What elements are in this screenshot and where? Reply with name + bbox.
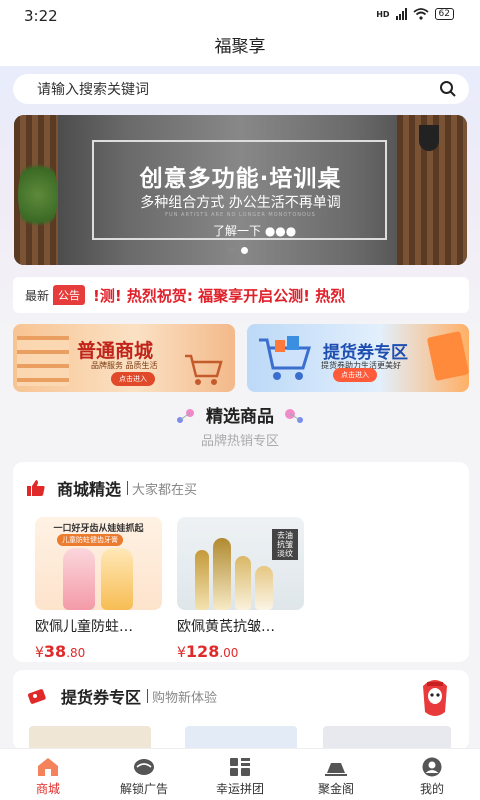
featured-title-row: 精选商品 [0,402,480,427]
price-integer: 38 [43,642,67,661]
toothpaste-bottle-pink [63,548,95,610]
featured-subtitle: 品牌热销专区 [200,434,279,449]
group-icon [230,758,250,776]
bottom-tab-bar: 商城 解锁广告 幸运拼团 聚金阁 我的 [0,748,480,800]
mall-picks-title: 商城精选 [57,480,122,499]
mall-picks-header[interactable]: 商城精选 大家都在买 [27,476,197,500]
banner-headline: 创意多功能·培训桌 [139,166,342,192]
announcement-bar[interactable]: 最新 公告 !测! 热烈祝贺: 福聚享开启公测! 热烈 [13,277,469,313]
cosmetic-tube [255,566,273,610]
signal-icon [395,8,407,20]
product-card[interactable]: 一口好牙齿从娃娃抓起 儿童防蛀健齿牙膏 欧佩儿童防蛀… ¥38.80 [35,517,162,661]
gift-box-illustration [426,330,469,382]
cosmetic-bottle [235,556,251,610]
voucher-item-thumb[interactable] [29,726,151,750]
product-price: ¥38.80 [35,642,162,661]
search-icon[interactable] [439,80,457,98]
status-icons: HD 62 [376,8,454,20]
search-bar[interactable]: 请输入搜索关键词 [13,74,469,104]
product-image-label: 去油 抗皱 淡纹 [272,529,298,560]
pagination-dot[interactable] [228,247,235,254]
normal-mall-enter-button[interactable]: 点击进入 [111,372,155,386]
normal-mall-subtitle: 品牌服务 品质生活 [91,361,158,370]
molecule-icon-left [177,409,195,423]
banner-pagination [228,247,248,254]
product-card[interactable]: 去油 抗皱 淡纹 欧佩黄芪抗皱… ¥128.00 [177,517,304,661]
banner-subline: 多种组合方式 办公生活不再单调 [140,195,341,211]
network-label: HD [376,9,390,19]
divider [127,481,129,495]
divider [147,689,149,703]
voucher-item-thumb[interactable] [185,726,297,750]
tab-lucky-group[interactable]: 幸运拼团 [192,749,288,800]
mall-picks-card: 商城精选 大家都在买 一口好牙齿从娃娃抓起 儿童防蛀健齿牙膏 欧佩儿童防蛀… ¥… [13,462,469,662]
molecule-icon-right [284,409,303,423]
tab-label: 我的 [419,782,444,796]
promo-banner[interactable]: 创意多功能·培训桌 多种组合方式 办公生活不再单调 FUN ARTISTS AR… [14,115,467,265]
page-title: 福聚享 [214,37,266,57]
cosmetic-bottle [213,538,231,610]
pagination-dot-active[interactable] [241,247,248,254]
gold-icon [325,763,347,776]
tab-unlock-ads[interactable]: 解锁广告 [96,749,192,800]
app-header: 福聚享 [0,32,480,66]
tab-label: 幸运拼团 [215,782,264,796]
voucher-zone-section-title: 提货券专区 [61,688,142,707]
price-currency: ¥ [35,645,44,661]
banner-tagline: FUN ARTISTS ARE NO LONGER MONOTONOUS [165,212,316,218]
voucher-zone-card: 提货券专区 购物新体验 [13,670,469,750]
battery-icon: 62 [434,8,454,20]
product-image-caption: 一口好牙齿从娃娃抓起 [53,524,144,534]
lucky-bag-mascot-icon[interactable] [415,672,455,722]
product-image-pill: 儿童防蛀健齿牙膏 [57,534,123,546]
home-icon [38,758,58,776]
voucher-zone-tile[interactable]: 提货券专区 提货券助力生活更美好 点击进入 [247,324,469,392]
normal-mall-title: 普通商城 [77,340,154,362]
voucher-zone-section-subtitle: 购物新体验 [152,690,218,706]
notice-latest-label: 最新 [25,288,50,303]
tab-mall[interactable]: 商城 [0,749,96,800]
cosmetic-bottle [195,550,209,610]
notice-tag: 公告 [53,285,86,305]
ad-icon [134,759,154,775]
product-image[interactable]: 去油 抗皱 淡纹 [177,517,304,610]
cart-icon [185,354,223,385]
shopping-cart-icon [259,336,312,380]
price-integer: 128 [185,642,220,661]
product-price: ¥128.00 [177,642,304,661]
tab-gold-pavilion[interactable]: 聚金阁 [288,749,384,800]
tab-profile[interactable]: 我的 [384,749,480,800]
status-bar: 3:22 HD 62 [0,0,480,32]
thumbs-up-icon [27,480,45,496]
normal-mall-tile[interactable]: 普通商城 品牌服务 品质生活 点击进入 [13,324,235,392]
voucher-zone-enter-button[interactable]: 点击进入 [333,368,377,382]
status-time: 3:22 [24,7,58,25]
product-name[interactable]: 欧佩黄芪抗皱… [177,616,304,636]
voucher-item-thumb[interactable] [323,726,451,750]
price-currency: ¥ [177,645,186,661]
notice-marquee-text[interactable]: !测! 热烈祝贺: 福聚享开启公测! 热烈 [93,285,345,306]
tab-label: 解锁广告 [119,782,168,796]
banner-lamp [419,125,439,151]
price-decimal: .00 [219,646,239,660]
search-input[interactable]: 请输入搜索关键词 [37,79,439,99]
profile-icon [422,757,442,777]
voucher-zone-header[interactable]: 提货券专区 购物新体验 [27,684,217,708]
featured-title: 精选商品 [206,407,274,427]
product-name[interactable]: 欧佩儿童防蛀… [35,616,162,636]
product-image[interactable]: 一口好牙齿从娃娃抓起 儿童防蛀健齿牙膏 [35,517,162,610]
tab-label: 聚金阁 [317,782,354,796]
banner-more-link[interactable]: 了解一下 ●●● [213,222,296,239]
toothpaste-bottle-orange [101,548,133,610]
ticket-icon [27,689,46,704]
mall-picks-subtitle: 大家都在买 [132,482,198,498]
shelf-illustration [17,336,69,386]
tab-label: 商城 [35,782,60,796]
wifi-icon [412,8,429,20]
price-decimal: .80 [66,646,86,660]
